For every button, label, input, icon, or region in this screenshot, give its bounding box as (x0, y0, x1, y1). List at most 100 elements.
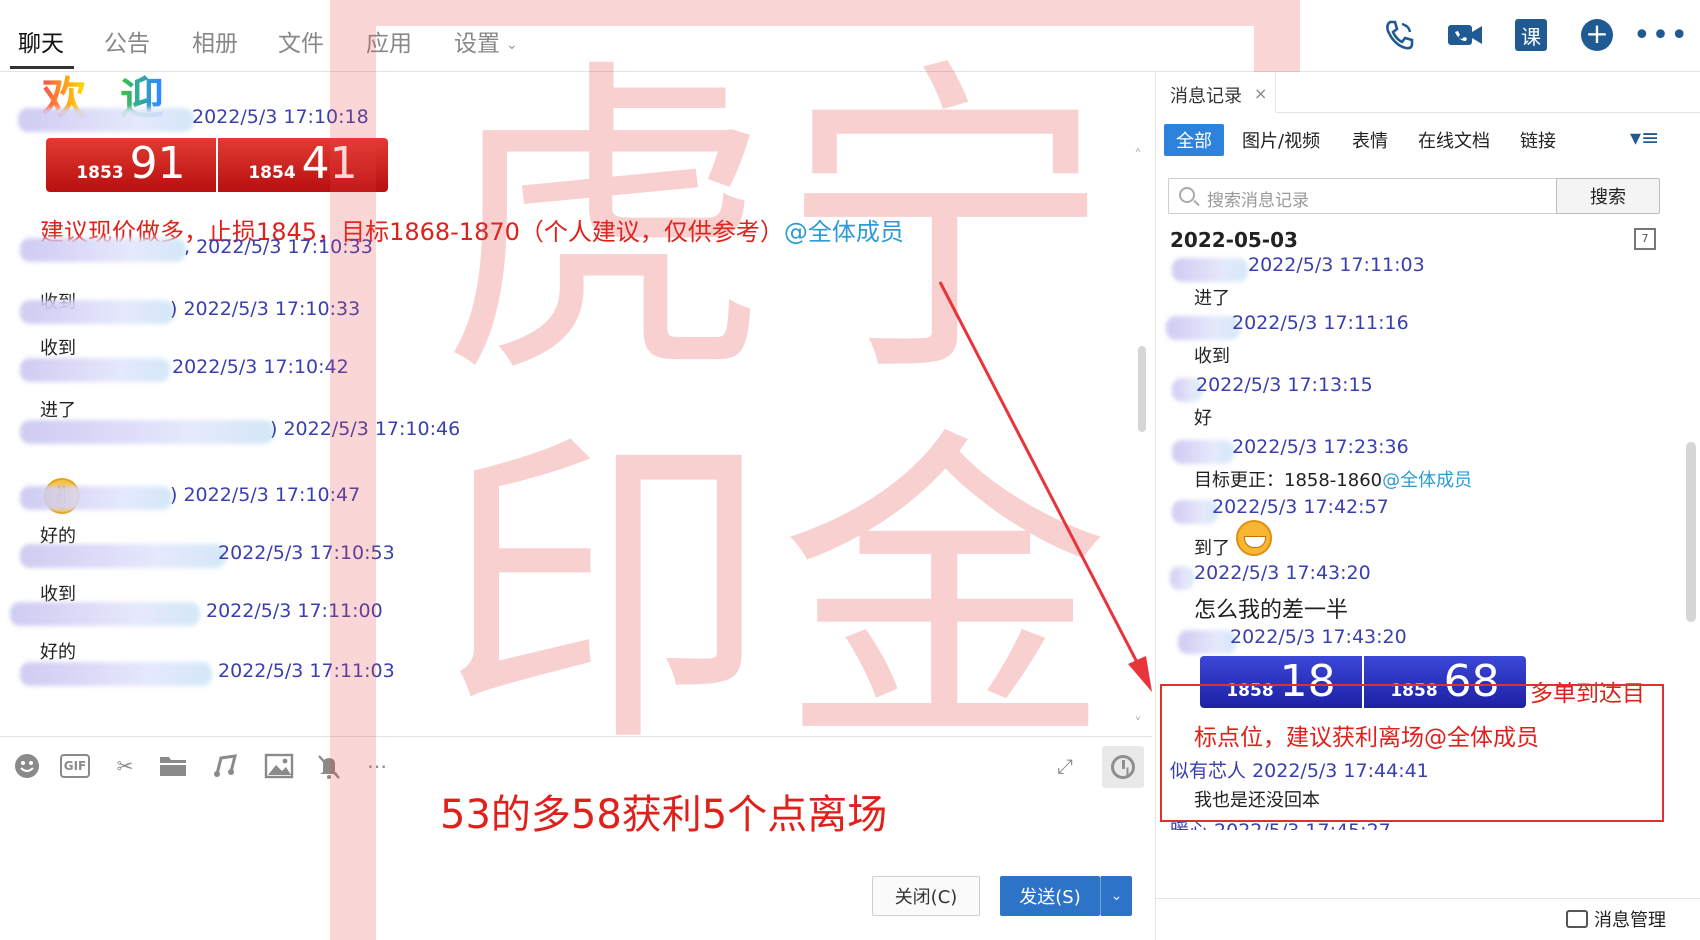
tab-apps[interactable]: 应用 (366, 24, 412, 58)
search-placeholder: 搜索消息记录 (1207, 191, 1309, 211)
folder-icon[interactable] (158, 751, 188, 781)
tab-chat[interactable]: 聊天 (18, 24, 64, 58)
sender-nickname: 似有芯人 (1170, 760, 1247, 782)
video-call-icon[interactable] (1446, 16, 1484, 54)
history-timestamp: 2022/5/3 17:13:15 (1196, 374, 1373, 396)
tab-settings-label: 设置 (454, 31, 500, 57)
more-icon[interactable]: ••• (1633, 16, 1688, 54)
add-icon[interactable]: + (1578, 16, 1616, 54)
quote-left: 1853 91 (46, 138, 216, 192)
quote-right-small: 1854 (248, 163, 296, 183)
history-text-body: 目标更正：1858-1860 (1194, 470, 1383, 491)
avatar-blurred (1172, 258, 1248, 282)
filter-icon[interactable]: ▾≡ (1630, 126, 1659, 151)
message-timestamp: ) 2022/5/3 17:10:46 (270, 418, 461, 440)
avatar-blurred (20, 662, 212, 686)
history-timestamp-cut: 暖心 2022/5/3 17:45:27 (1170, 816, 1391, 830)
message-text: 好的 (40, 642, 76, 663)
history-text: 到了 (1194, 538, 1230, 559)
close-button[interactable]: 关闭(C) (872, 876, 980, 916)
message-history-panel: 消息记录 × 全部 图片/视频 表情 在线文档 链接 ▾≡ 搜索消息记录 搜索 … (1155, 72, 1700, 940)
chat-bubble-icon (1566, 910, 1588, 928)
message-input[interactable]: 53的多58获利5个点离场 (440, 782, 887, 840)
chevron-down-icon: ⌄ (506, 36, 518, 53)
avatar-blurred (1178, 630, 1236, 654)
music-icon[interactable] (210, 751, 240, 781)
scissors-icon[interactable]: ✂ (110, 751, 140, 781)
active-tab-indicator (10, 66, 74, 69)
message-timestamp: ) 2022/5/3 17:10:33 (170, 298, 361, 320)
message-timestamp: 2022/5/3 17:11:00 (206, 600, 383, 622)
quote-left-small: 1853 (76, 163, 124, 183)
filter-all[interactable]: 全部 (1164, 124, 1224, 156)
collapse-up-icon[interactable]: ˄ (1134, 146, 1142, 165)
course-icon[interactable]: 课 (1512, 16, 1550, 54)
avatar-blurred (1170, 566, 1194, 590)
history-timestamp: 2022/5/3 17:43:20 (1194, 562, 1371, 584)
expand-icon[interactable]: ⤢ (1050, 751, 1080, 781)
mention-all[interactable]: @全体成员 (784, 218, 904, 246)
avatar-blurred (20, 300, 174, 324)
avatar-blurred (10, 602, 200, 626)
grin-emoji (1236, 520, 1272, 556)
history-text: 怎么我的差一半 (1194, 598, 1349, 623)
history-scrollbar[interactable] (1686, 442, 1696, 622)
history-clock-button[interactable] (1102, 746, 1144, 788)
mute-notification-icon[interactable] (314, 751, 344, 781)
top-tab-bar: 聊天 公告 相册 文件 应用 设置 ⌄ 课 + ••• (0, 0, 1700, 72)
avatar-blurred (1172, 440, 1234, 464)
quote-right-big: 41 (301, 138, 358, 189)
history-tab-label: 消息记录 (1170, 86, 1242, 107)
message-text: 进了 (40, 400, 76, 421)
filter-links[interactable]: 链接 (1520, 124, 1556, 156)
quote-right: 1854 41 (218, 138, 388, 192)
history-text: 我也是还没回本 (1194, 790, 1320, 811)
filter-media[interactable]: 图片/视频 (1242, 124, 1320, 156)
image-icon[interactable] (264, 751, 294, 781)
filter-emoji[interactable]: 表情 (1352, 124, 1388, 156)
tab-files[interactable]: 文件 (278, 24, 324, 58)
gif-icon[interactable]: GIF (60, 754, 90, 778)
clock-icon (1111, 755, 1135, 779)
history-timestamp: 2022/5/3 17:42:57 (1212, 496, 1389, 518)
send-button[interactable]: 发送(S) (1000, 876, 1100, 916)
more-tools-icon[interactable]: ⋯ (362, 751, 392, 781)
search-button[interactable]: 搜索 (1556, 178, 1660, 214)
history-text: 收到 (1194, 346, 1230, 367)
price-quote-card: 1853 91 1854 41 (46, 138, 388, 192)
chat-history[interactable]: 欢迎 2022/5/3 17:10:18 1853 91 1854 41 建议现价做… (0, 72, 1152, 736)
close-icon[interactable]: × (1254, 84, 1267, 103)
history-text: 目标更正：1858-1860@全体成员 (1194, 466, 1472, 492)
history-timestamp: 2022/5/3 17:43:20 (1230, 626, 1407, 648)
mention-all[interactable]: @全体成员 (1382, 470, 1472, 491)
calendar-icon[interactable]: 7 (1634, 228, 1656, 250)
chat-scrollbar[interactable] (1138, 346, 1146, 432)
collapse-down-icon[interactable]: ˅ (1134, 714, 1142, 733)
history-timestamp: 2022/5/3 17:23:36 (1232, 436, 1409, 458)
tab-announcement[interactable]: 公告 (104, 24, 150, 58)
message-management-button[interactable]: 消息管理 (1566, 906, 1666, 932)
message-timestamp: 2022/5/3 17:11:03 (218, 660, 395, 682)
app-window: 聊天 公告 相册 文件 应用 设置 ⌄ 课 + ••• 欢迎 2022/5/3 1… (0, 0, 1700, 940)
send-options-dropdown[interactable]: ⌄ (1100, 876, 1132, 916)
message-text: 收到 (40, 338, 76, 359)
avatar-blurred (20, 486, 172, 510)
filter-docs[interactable]: 在线文档 (1418, 124, 1490, 156)
chevron-down-icon: ⌄ (1110, 888, 1123, 904)
avatar-blurred (1166, 316, 1240, 340)
tab-album[interactable]: 相册 (192, 24, 238, 58)
avatar-blurred (20, 420, 274, 444)
avatar-blurred (20, 238, 186, 262)
history-text: 好 (1194, 408, 1212, 429)
message-management-label: 消息管理 (1594, 910, 1666, 931)
emoji-icon[interactable] (12, 751, 42, 781)
tab-settings[interactable]: 设置 ⌄ (454, 24, 518, 58)
sender-name: 似有芯人 2022/5/3 17:44:41 (1170, 756, 1429, 783)
history-timestamp: 2022/5/3 17:11:16 (1232, 312, 1409, 334)
history-search-input[interactable]: 搜索消息记录 (1168, 178, 1562, 214)
phone-icon[interactable] (1380, 16, 1418, 54)
history-timestamp: 2022/5/3 17:11:03 (1248, 254, 1425, 276)
avatar-blurred (20, 544, 226, 568)
message-timestamp: , 2022/5/3 17:10:33 (184, 236, 373, 258)
avatar-blurred (20, 358, 170, 382)
